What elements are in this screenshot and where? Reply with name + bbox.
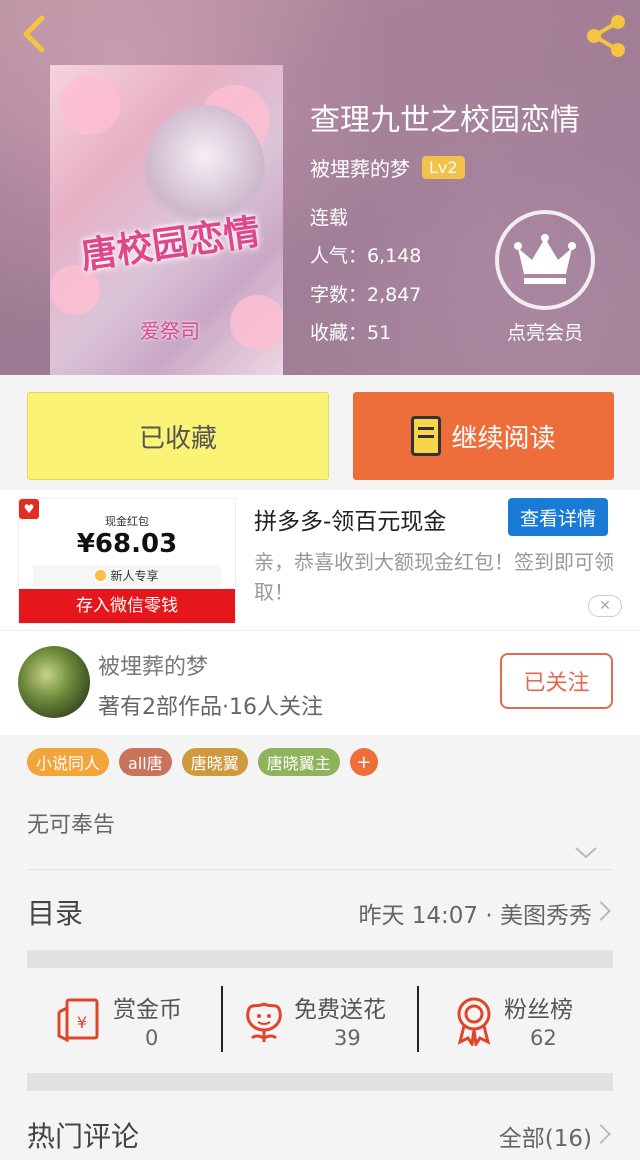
chevron-down-icon[interactable]: [574, 845, 598, 859]
coin-icon: [95, 570, 107, 581]
action-bar: 已收藏 继续阅读: [0, 375, 640, 490]
comments-all-link[interactable]: 全部(16): [499, 1119, 592, 1153]
red-envelope-icon: ¥: [57, 998, 99, 1043]
ad-image[interactable]: ♥ 现金红包 ¥68.03 新人专享 存入微信零钱: [18, 498, 236, 624]
vip-button[interactable]: 点亮会员: [495, 210, 595, 350]
author-name[interactable]: 被埋葬的梦: [310, 153, 410, 182]
follow-button[interactable]: 已关注: [500, 653, 613, 709]
stat-reward[interactable]: ¥ 赏金币 0: [55, 984, 215, 1054]
crown-icon: [495, 210, 595, 310]
level-badge: Lv2: [422, 156, 465, 179]
section-divider: [27, 950, 613, 968]
ad-close-icon[interactable]: ✕: [588, 595, 622, 617]
toc-label: 目录: [27, 897, 84, 930]
stat-label: 免费送花: [294, 997, 386, 1023]
stat-value: 39: [334, 1026, 361, 1050]
back-chevron-icon[interactable]: [14, 12, 58, 56]
continue-reading-button[interactable]: 继续阅读: [353, 392, 614, 480]
comments-label: 热门评论: [27, 1120, 140, 1153]
svg-text:¥: ¥: [77, 1013, 87, 1032]
cover-subtitle-art: 爱祭司: [140, 319, 200, 343]
stat-value: 0: [145, 1026, 159, 1050]
hot-comments-row[interactable]: 热门评论 全部(16): [0, 1091, 640, 1160]
favorites-count: 收藏：51: [310, 322, 392, 344]
book-header: 唐校园恋情 爱祭司 查理九世之校园恋情 被埋葬的梦 Lv2 连载 人气：6,14…: [0, 0, 640, 375]
book-icon: [411, 416, 442, 456]
stat-fans[interactable]: 粉丝榜 62: [452, 984, 602, 1054]
book-title: 查理九世之校园恋情: [310, 103, 580, 138]
stat-flower[interactable]: 免费送花 39: [242, 984, 412, 1054]
author-row: 被埋葬的梦 Lv2: [310, 153, 465, 182]
stat-separator: [221, 986, 223, 1052]
ad-new-user: 新人专享: [33, 565, 221, 587]
book-cover[interactable]: 唐校园恋情 爱祭司: [50, 65, 283, 375]
book-description: 无可奉告: [27, 813, 116, 838]
chevron-right-icon: [591, 1124, 611, 1144]
tags-section: 小说同人 all唐 唐晓翼 唐晓翼主 + 无可奉告: [0, 735, 640, 870]
ad-detail-button[interactable]: 查看详情: [508, 498, 608, 536]
ad-new-user-label: 新人专享: [110, 569, 159, 583]
tag-item[interactable]: 唐晓翼主: [257, 748, 340, 776]
ad-title[interactable]: 拼多多-领百元现金: [254, 502, 446, 536]
share-icon[interactable]: [582, 12, 630, 60]
section-divider: [27, 1073, 613, 1091]
stat-label: 赏金币: [113, 997, 182, 1023]
ad-description: 亲，恭喜收到大额现金红包！签到即可领取！: [254, 550, 614, 604]
add-tag-icon[interactable]: +: [349, 748, 378, 776]
author-card-stats: 著有2部作品·16人关注: [98, 695, 323, 720]
collected-button[interactable]: 已收藏: [27, 392, 329, 480]
vip-label: 点亮会员: [506, 322, 583, 344]
serial-status: 连载: [310, 207, 349, 229]
chevron-right-icon: [591, 901, 611, 921]
popularity-count: 人气：6,148: [310, 245, 422, 267]
tag-list: 小说同人 all唐 唐晓翼 唐晓翼主 +: [27, 748, 378, 776]
stat-label: 粉丝榜: [504, 997, 573, 1023]
toc-row[interactable]: 目录 昨天 14:07 · 美图秀秀: [0, 870, 640, 950]
word-count: 字数：2,847: [310, 284, 422, 306]
avatar[interactable]: [18, 646, 90, 718]
stat-separator: [417, 986, 419, 1052]
ad-cta[interactable]: 存入微信零钱: [19, 589, 235, 623]
tag-item[interactable]: 小说同人: [27, 748, 110, 776]
ad-redpacket-label: 现金红包: [105, 515, 149, 528]
author-card[interactable]: 被埋葬的梦 著有2部作品·16人关注 已关注: [0, 630, 640, 735]
author-card-name: 被埋葬的梦: [98, 655, 209, 680]
tag-item[interactable]: all唐: [119, 748, 172, 776]
stat-value: 62: [530, 1026, 557, 1050]
ad-banner[interactable]: ♥ 现金红包 ¥68.03 新人专享 存入微信零钱 拼多多-领百元现金 查看详情…: [0, 490, 640, 630]
toc-update-info: 昨天 14:07 · 美图秀秀: [358, 903, 592, 929]
medal-icon: [457, 997, 491, 1046]
continue-reading-label: 继续阅读: [451, 423, 556, 454]
ad-amount: ¥68.03: [76, 529, 178, 559]
stats-row: ¥ 赏金币 0 免费送花 39 粉丝榜 62: [0, 968, 640, 1073]
flower-icon: [246, 1002, 282, 1042]
tag-item[interactable]: 唐晓翼: [181, 748, 248, 776]
